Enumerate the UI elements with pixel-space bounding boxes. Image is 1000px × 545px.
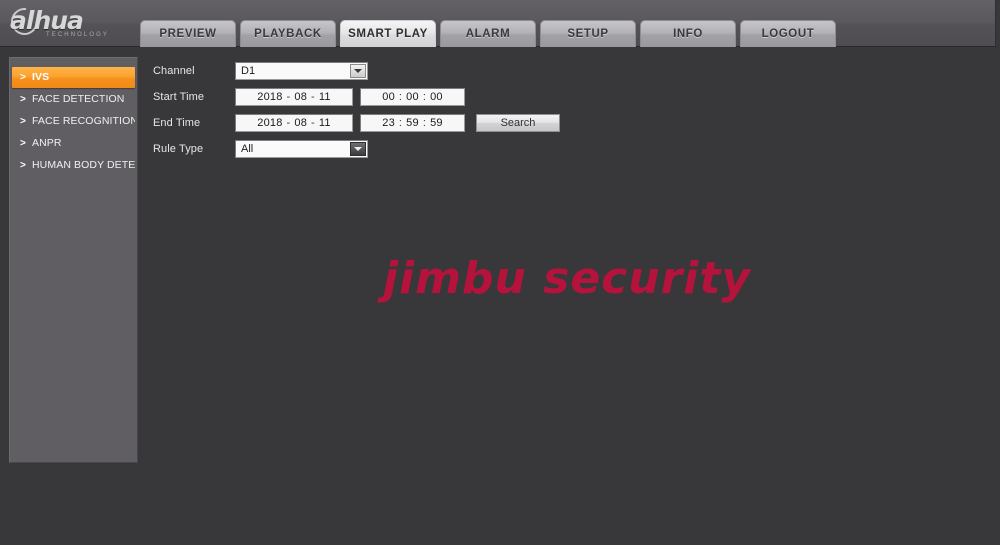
rule-type-label: Rule Type xyxy=(153,143,204,155)
tab-logout[interactable]: LOGOUT xyxy=(740,20,836,47)
main-navigation-tabs: PREVIEW PLAYBACK SMART PLAY ALARM SETUP … xyxy=(140,20,836,47)
sidebar-item-label: ANPR xyxy=(32,137,62,149)
channel-label: Channel xyxy=(153,65,195,77)
end-time-input[interactable]: 23 : 59 : 59 xyxy=(360,114,465,132)
start-time-minute: 00 xyxy=(406,91,419,103)
sidebar-item-ivs[interactable]: > IVS xyxy=(12,67,135,88)
tab-smart-play[interactable]: SMART PLAY xyxy=(340,20,436,47)
rule-type-select[interactable]: All xyxy=(235,140,368,158)
sidebar-item-face-detection[interactable]: > FACE DETECTION xyxy=(12,89,135,110)
tab-playback[interactable]: PLAYBACK xyxy=(240,20,336,47)
end-time-hour: 23 xyxy=(382,117,395,129)
logo-tagline: TECHNOLOGY xyxy=(46,32,110,38)
start-time-hour: 00 xyxy=(382,91,395,103)
form-row-channel: Channel D1 xyxy=(153,60,465,82)
chevron-right-icon: > xyxy=(20,138,26,149)
sidebar-item-label: IVS xyxy=(32,71,50,83)
start-date-input[interactable]: 2018 - 08 - 11 xyxy=(235,88,353,106)
end-time-label: End Time xyxy=(153,117,201,129)
app-header: alhua TECHNOLOGY PREVIEW PLAYBACK SMART … xyxy=(0,0,996,47)
chevron-right-icon: > xyxy=(20,160,26,171)
sidebar-item-label: FACE RECOGNITION xyxy=(32,115,135,127)
chevron-right-icon: > xyxy=(20,116,26,127)
start-time-input[interactable]: 00 : 00 : 00 xyxy=(360,88,465,106)
end-date-day: 11 xyxy=(318,117,331,129)
end-date-input[interactable]: 2018 - 08 - 11 xyxy=(235,114,353,132)
channel-select[interactable]: D1 xyxy=(235,62,368,80)
form-row-end-time: End Time 2018 - 08 - 11 23 : 59 : 59 Sea… xyxy=(153,112,560,134)
sidebar-item-label: FACE DETECTION xyxy=(32,93,125,105)
form-row-start-time: Start Time 2018 - 08 - 11 00 : 00 : 00 xyxy=(153,86,465,108)
smart-play-sidebar: > IVS > FACE DETECTION > FACE RECOGNITIO… xyxy=(9,57,138,463)
dahua-logo: alhua TECHNOLOGY xyxy=(5,2,128,41)
tab-alarm[interactable]: ALARM xyxy=(440,20,536,47)
chevron-right-icon: > xyxy=(20,72,26,83)
start-date-month: 08 xyxy=(294,91,308,103)
logo-wordmark: alhua xyxy=(10,6,84,35)
chevron-down-icon[interactable] xyxy=(350,142,366,156)
end-date-year: 2018 xyxy=(257,117,283,129)
sidebar-item-anpr[interactable]: > ANPR xyxy=(12,133,135,154)
start-time-second: 00 xyxy=(430,91,443,103)
watermark-text: jimbu security xyxy=(383,253,752,304)
rule-type-select-value: All xyxy=(241,143,254,155)
form-row-rule-type: Rule Type All xyxy=(153,138,465,160)
end-date-month: 08 xyxy=(294,117,308,129)
tab-setup[interactable]: SETUP xyxy=(540,20,636,47)
smart-search-form: Channel D1 Start Time 2018 - 08 - 11 00 … xyxy=(153,60,560,164)
end-time-second: 59 xyxy=(430,117,443,129)
start-date-year: 2018 xyxy=(257,91,283,103)
chevron-down-icon[interactable] xyxy=(350,64,366,78)
search-button[interactable]: Search xyxy=(476,114,560,132)
start-date-day: 11 xyxy=(318,91,331,103)
sidebar-item-face-recognition[interactable]: > FACE RECOGNITION xyxy=(12,111,135,132)
tab-preview[interactable]: PREVIEW xyxy=(140,20,236,47)
start-time-label: Start Time xyxy=(153,91,205,103)
sidebar-item-human-body-detection[interactable]: > HUMAN BODY DETE... xyxy=(12,155,135,176)
sidebar-item-label: HUMAN BODY DETE... xyxy=(32,159,135,171)
channel-select-value: D1 xyxy=(241,65,256,77)
end-time-minute: 59 xyxy=(406,117,419,129)
chevron-right-icon: > xyxy=(20,94,26,105)
tab-info[interactable]: INFO xyxy=(640,20,736,47)
